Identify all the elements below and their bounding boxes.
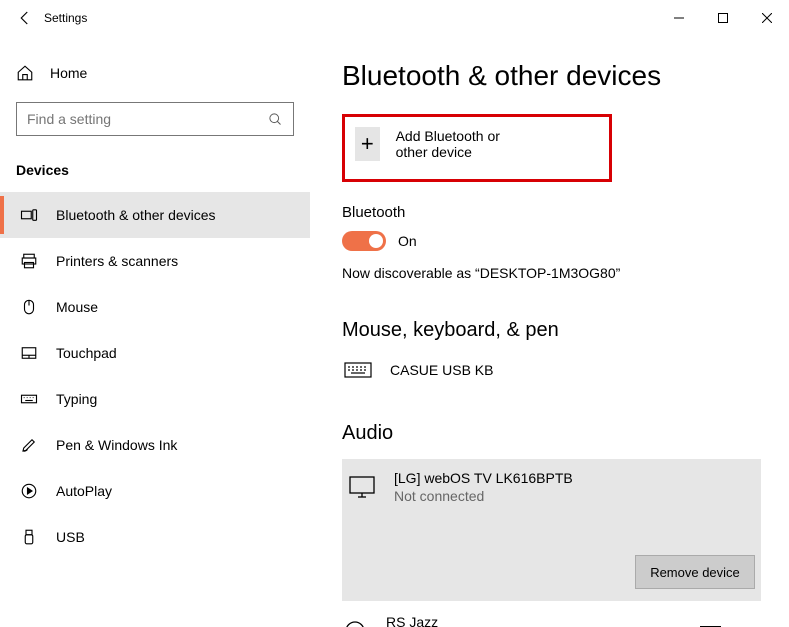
nav-label: Typing	[56, 391, 97, 407]
minimize-button[interactable]	[657, 0, 701, 36]
add-device-label: Add Bluetooth or other device	[396, 128, 529, 160]
nav-label: AutoPlay	[56, 483, 112, 499]
mouse-icon	[20, 298, 38, 316]
printer-icon	[20, 252, 38, 270]
sidebar-item-autoplay[interactable]: AutoPlay	[0, 468, 310, 514]
pen-icon	[20, 436, 38, 454]
bluetooth-toggle[interactable]	[342, 231, 386, 251]
window-title: Settings	[44, 11, 87, 25]
usb-icon	[20, 528, 38, 546]
nav-label: Touchpad	[56, 345, 117, 361]
nav-label: Pen & Windows Ink	[56, 437, 177, 453]
tv-icon	[348, 475, 376, 499]
sidebar: Home Devices Bluetooth & other devices P…	[0, 36, 310, 627]
nav-label: Bluetooth & other devices	[56, 207, 216, 223]
device-status: Not connected	[394, 487, 573, 505]
device-name: CASUE USB KB	[390, 361, 493, 379]
nav-label: USB	[56, 529, 85, 545]
device-tv[interactable]: [LG] webOS TV LK616BPTB Not connected Re…	[342, 459, 761, 601]
sidebar-item-touchpad[interactable]: Touchpad	[0, 330, 310, 376]
keyboard-icon	[20, 390, 38, 408]
search-box[interactable]	[16, 102, 294, 136]
search-icon	[268, 112, 283, 127]
device-keyboard[interactable]: CASUE USB KB	[342, 356, 761, 384]
devices-icon	[20, 206, 38, 224]
maximize-button[interactable]	[701, 0, 745, 36]
device-name: RS Jazz	[386, 613, 438, 627]
discoverable-text: Now discoverable as “DESKTOP-1M3OG80”	[342, 265, 761, 281]
remove-device-button[interactable]: Remove device	[635, 555, 755, 589]
sidebar-item-printers[interactable]: Printers & scanners	[0, 238, 310, 284]
autoplay-icon	[20, 482, 38, 500]
bluetooth-state: On	[398, 233, 417, 249]
sidebar-item-bluetooth[interactable]: Bluetooth & other devices	[0, 192, 310, 238]
sidebar-section-title: Devices	[16, 162, 294, 178]
bluetooth-label: Bluetooth	[342, 204, 761, 221]
headset-icon	[342, 619, 368, 627]
home-icon	[16, 64, 34, 82]
sidebar-item-typing[interactable]: Typing	[0, 376, 310, 422]
close-button[interactable]	[745, 0, 789, 36]
page-title: Bluetooth & other devices	[342, 60, 761, 92]
mouse-keyboard-heading: Mouse, keyboard, & pen	[342, 319, 761, 342]
nav-label: Mouse	[56, 299, 98, 315]
sidebar-item-pen[interactable]: Pen & Windows Ink	[0, 422, 310, 468]
add-device-button[interactable]: + Add Bluetooth or other device	[342, 114, 612, 182]
touchpad-icon	[20, 344, 38, 362]
title-bar: Settings	[0, 0, 789, 36]
nav-label: Printers & scanners	[56, 253, 178, 269]
main-content: Bluetooth & other devices + Add Bluetoot…	[310, 36, 789, 627]
device-name: [LG] webOS TV LK616BPTB	[394, 469, 573, 487]
home-link[interactable]: Home	[0, 56, 310, 90]
home-label: Home	[50, 65, 87, 81]
plus-icon: +	[355, 127, 380, 161]
device-headset[interactable]: RS Jazz Paired 100%	[342, 613, 761, 627]
sidebar-item-usb[interactable]: USB	[0, 514, 310, 560]
keyboard-device-icon	[344, 360, 372, 380]
sidebar-nav: Bluetooth & other devices Printers & sca…	[0, 192, 310, 560]
sidebar-item-mouse[interactable]: Mouse	[0, 284, 310, 330]
audio-heading: Audio	[342, 422, 761, 445]
search-input[interactable]	[27, 111, 268, 127]
back-button[interactable]	[8, 0, 42, 36]
